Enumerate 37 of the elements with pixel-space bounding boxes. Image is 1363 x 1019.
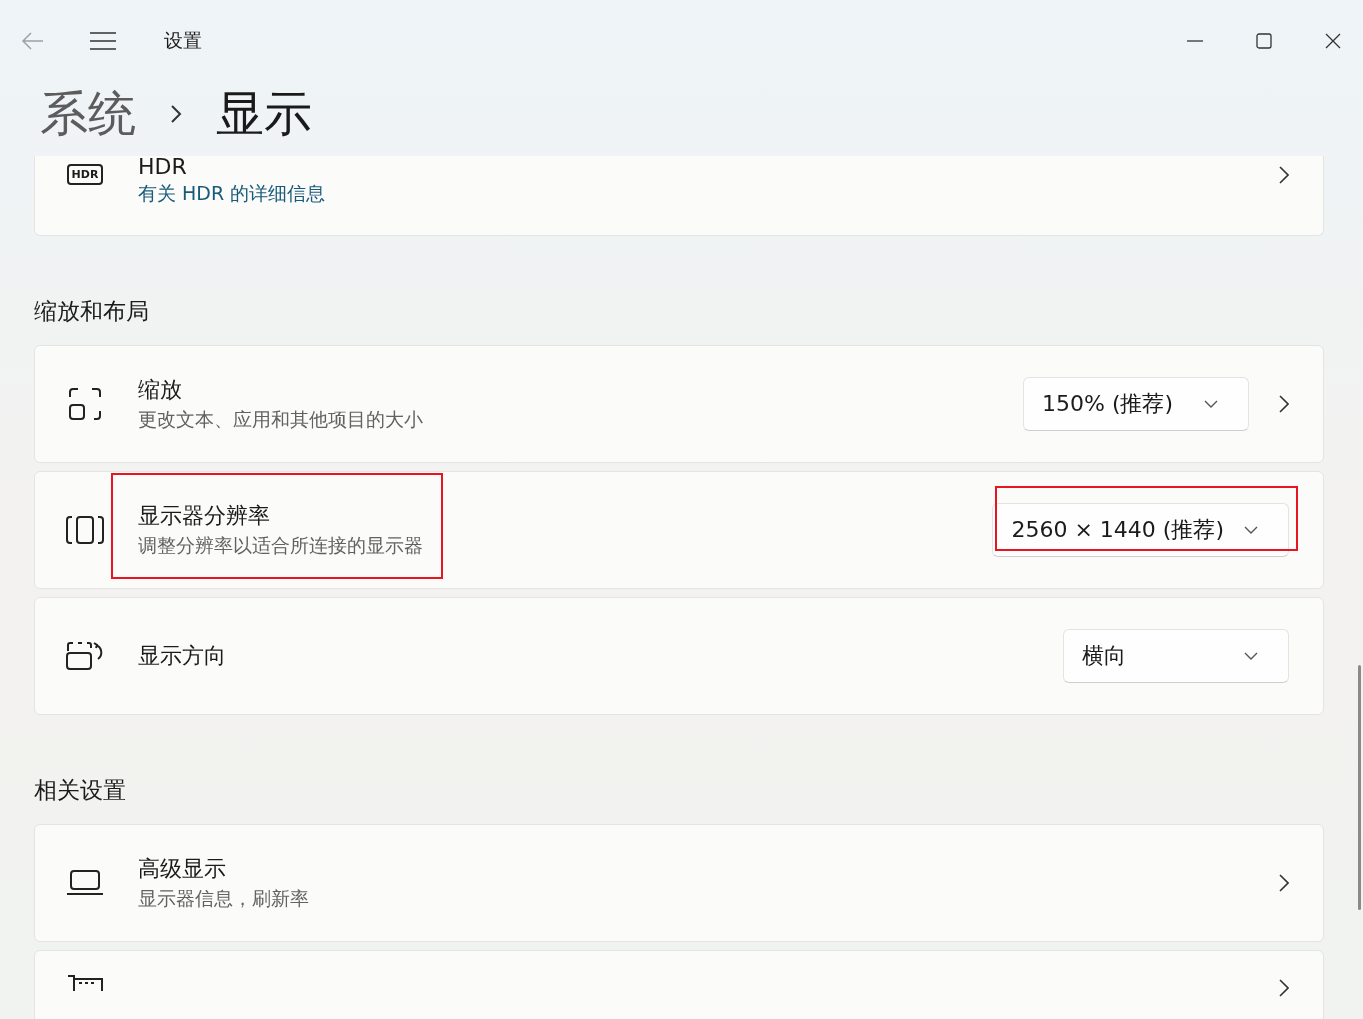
chevron-down-icon xyxy=(1244,526,1258,534)
breadcrumb-chevron-icon xyxy=(170,104,182,124)
dropdown[interactable]: 2560 × 1440 (推荐) xyxy=(992,503,1289,557)
details-link[interactable]: 有关 HDR 的详细信息 xyxy=(138,181,326,207)
dropdown[interactable]: 横向 xyxy=(1063,629,1289,683)
chevron-down-icon xyxy=(1204,400,1218,408)
setting-title: 显示器分辨率 xyxy=(138,502,271,530)
settings-card[interactable]: 缩放 更改文本、应用和其他项目的大小 150% (推荐) xyxy=(34,345,1324,463)
setting-description: 显示器信息，刷新率 xyxy=(138,886,309,911)
settings-card[interactable]: 显示方向 横向 xyxy=(34,597,1324,715)
setting-title: HDR xyxy=(138,154,188,179)
setting-title: 缩放 xyxy=(138,376,183,404)
graphics-card-icon xyxy=(67,975,103,991)
back-icon[interactable] xyxy=(22,32,44,50)
section-heading: 缩放和布局 xyxy=(34,297,150,326)
setting-title: 显示方向 xyxy=(138,642,226,670)
menu-icon[interactable] xyxy=(90,32,116,50)
setting-title: 高级显示 xyxy=(138,855,227,883)
settings-card[interactable]: 显示器分辨率 调整分辨率以适合所连接的显示器 2560 × 1440 (推荐) xyxy=(34,471,1324,589)
setting-description: 更改文本、应用和其他项目的大小 xyxy=(138,407,423,432)
close-icon[interactable] xyxy=(1325,33,1341,49)
page-title: 显示 xyxy=(216,84,312,143)
resolution-icon xyxy=(66,515,104,545)
laptop-icon xyxy=(67,870,103,896)
dropdown[interactable]: 150% (推荐) xyxy=(1023,377,1249,431)
hdr-badge: HDR xyxy=(66,164,104,186)
scale-icon xyxy=(68,387,102,421)
chevron-down-icon xyxy=(1244,652,1258,660)
section-heading: 相关设置 xyxy=(34,776,127,805)
settings-card[interactable]: 高级显示 显示器信息，刷新率 xyxy=(34,824,1324,942)
rotate-screen-icon xyxy=(66,641,104,671)
scrollbar[interactable] xyxy=(1358,665,1361,910)
window-title: 设置 xyxy=(164,28,202,53)
breadcrumb-link[interactable]: 系统 xyxy=(40,82,136,146)
settings-card[interactable]: HDR HDR 有关 HDR 的详细信息 xyxy=(34,156,1324,236)
setting-description: 调整分辨率以适合所连接的显示器 xyxy=(138,533,423,558)
maximize-icon[interactable] xyxy=(1256,33,1272,49)
